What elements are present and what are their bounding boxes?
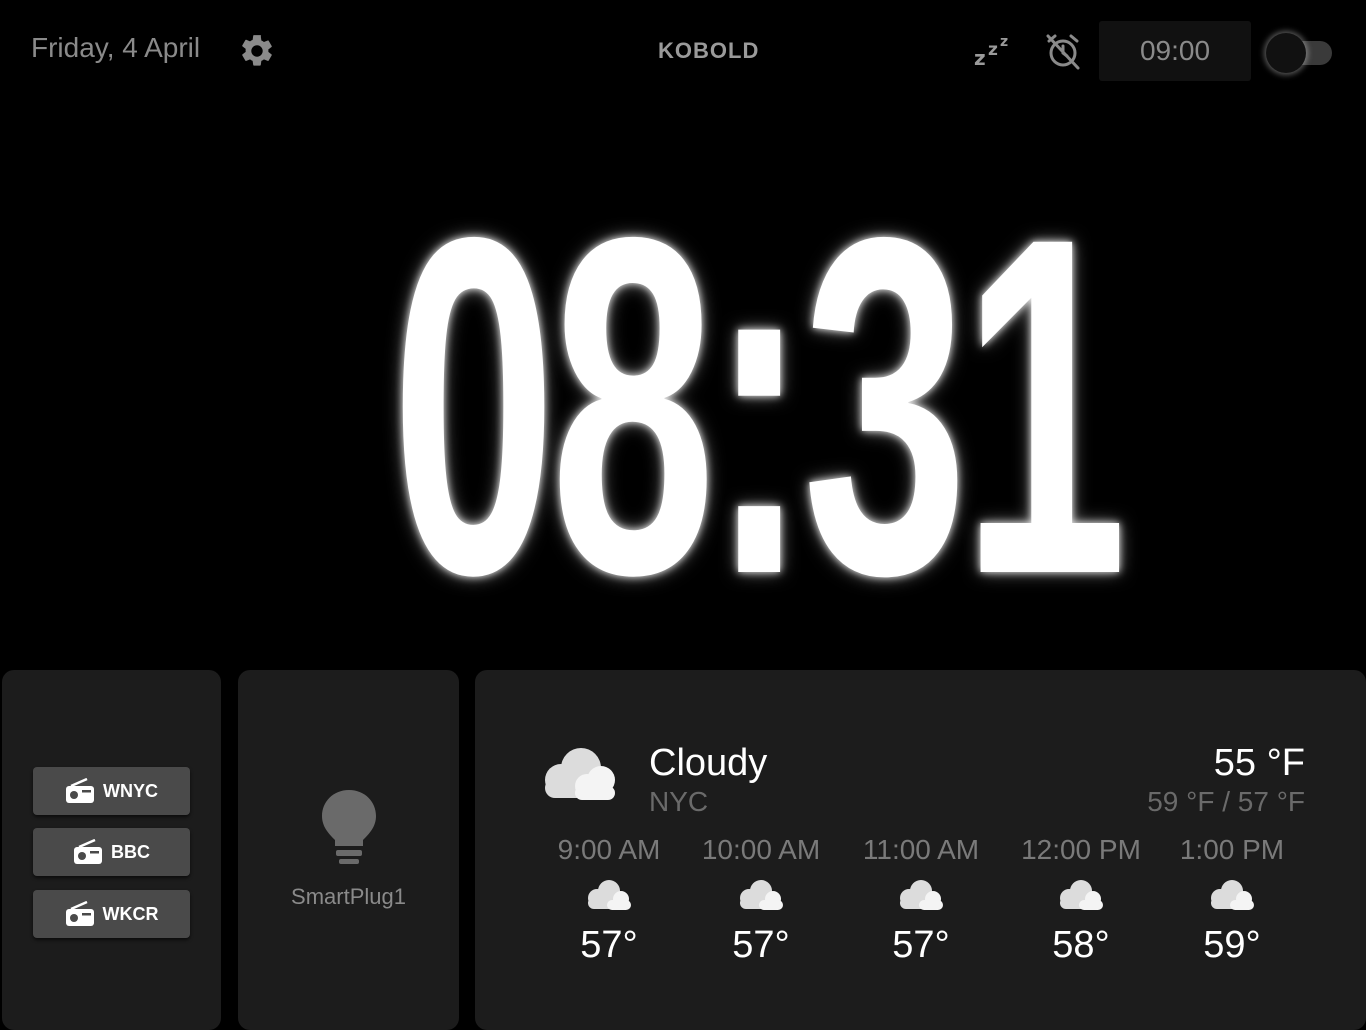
weather-panel: Cloudy NYC 55 °F 59 °F / 57 °F 9:00 AM 5… — [475, 670, 1366, 1030]
cloud-icon — [740, 880, 783, 910]
radio-icon — [66, 778, 94, 803]
cloud-icon — [900, 880, 943, 910]
forecast-item: 9:00 AM 57° — [529, 834, 689, 967]
radio-station-button[interactable]: WKCR — [33, 890, 190, 938]
cloud-icon — [545, 748, 615, 800]
forecast-item: 10:00 AM 57° — [681, 834, 841, 967]
date-label: Friday, 4 April — [31, 32, 201, 63]
current-temperature: 55 °F — [1213, 742, 1305, 784]
toggle-knob — [1266, 33, 1306, 73]
weather-city: NYC — [649, 786, 709, 817]
forecast-time: 11:00 AM — [862, 834, 980, 865]
kobold-logo: KOBOLD — [658, 38, 760, 63]
alarm-time-display[interactable]: 09:00 — [1099, 21, 1251, 81]
forecast-time: 10:00 AM — [701, 834, 821, 865]
radio-panel: WNYC BBC WKCR — [2, 670, 221, 1030]
forecast-time: 1:00 PM — [1179, 834, 1285, 865]
forecast-temp: 57° — [732, 924, 790, 966]
forecast-item: 1:00 PM 59° — [1152, 834, 1312, 967]
weather-condition: Cloudy — [649, 742, 768, 784]
radio-station-button[interactable]: WNYC — [33, 767, 190, 815]
cloud-icon — [1060, 880, 1103, 910]
radio-icon — [65, 901, 94, 926]
forecast-temp: 58° — [1052, 924, 1110, 966]
cloud-icon — [588, 880, 631, 910]
snooze-icon[interactable]: z z z — [972, 30, 1016, 70]
forecast-temp: 59° — [1203, 924, 1261, 966]
alarm-toggle[interactable] — [1266, 31, 1332, 73]
radio-station-label: WKCR — [102, 903, 159, 924]
smartplug-label: SmartPlug1 — [291, 884, 406, 909]
radio-station-button[interactable]: BBC — [33, 828, 190, 876]
smartplug-panel[interactable]: SmartPlug1 — [238, 670, 459, 1030]
forecast-item: 11:00 AM 57° — [841, 834, 1001, 967]
forecast-time: 9:00 AM — [557, 834, 661, 865]
cloud-icon — [1211, 880, 1254, 910]
gear-icon[interactable] — [238, 32, 276, 70]
alarm-off-icon[interactable] — [1043, 31, 1083, 71]
forecast-temp: 57° — [892, 924, 950, 966]
high-low-temperature: 59 °F / 57 °F — [1147, 786, 1305, 817]
radio-station-label: WNYC — [103, 780, 158, 801]
radio-icon — [74, 839, 102, 864]
forecast-temp: 57° — [580, 924, 638, 966]
lightbulb-icon — [322, 790, 376, 864]
radio-station-label: BBC — [111, 841, 150, 862]
clock-time: 08:31 — [391, 137, 1127, 674]
forecast-item: 12:00 PM 58° — [1001, 834, 1161, 967]
forecast-time: 12:00 PM — [1021, 834, 1141, 865]
